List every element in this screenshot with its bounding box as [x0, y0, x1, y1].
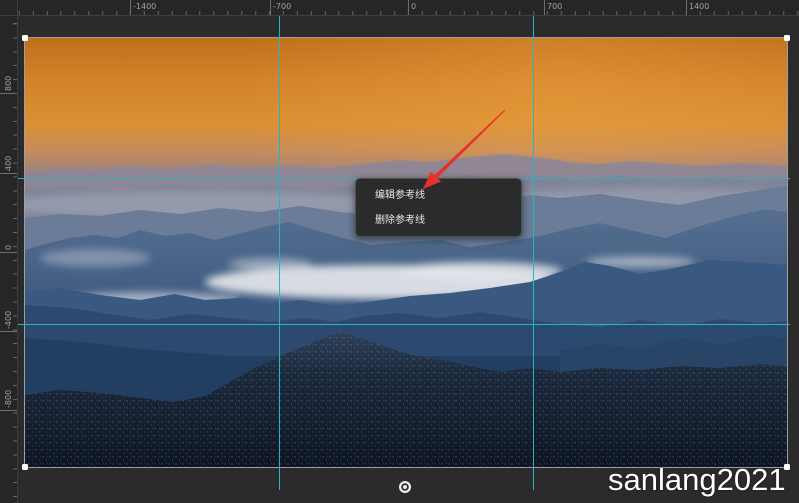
resize-handle-top-left-icon[interactable]	[22, 35, 28, 41]
guide-line-horizontal[interactable]	[18, 324, 790, 325]
ruler-label: -400	[4, 310, 13, 329]
ruler-corner	[0, 0, 18, 16]
horizontal-ruler[interactable]: -1400 -700 0 700 1400	[18, 0, 799, 16]
ruler-major-tick	[0, 410, 17, 411]
resize-handle-bottom-left-icon[interactable]	[22, 464, 28, 470]
ruler-major-tick	[544, 0, 545, 15]
canvas-image[interactable]	[24, 37, 788, 468]
ruler-label: 0	[4, 244, 13, 250]
ruler-label: 1400	[689, 2, 710, 11]
ruler-major-tick	[0, 252, 17, 253]
ruler-major-tick	[408, 0, 409, 15]
rotate-handle-icon[interactable]	[398, 480, 412, 494]
editor-workspace: -1400 -700 0 700 1400 800 400 0 -400 -80…	[0, 0, 799, 503]
resize-handle-top-right-icon[interactable]	[784, 35, 790, 41]
ruler-label: -700	[273, 2, 292, 11]
menu-item-edit-guide[interactable]: 编辑参考线	[356, 183, 521, 208]
ruler-label: 700	[547, 2, 563, 11]
ruler-label: 800	[4, 75, 13, 91]
guide-line-vertical[interactable]	[279, 16, 280, 490]
ruler-label: 400	[4, 155, 13, 171]
ruler-major-tick	[0, 331, 17, 332]
guide-line-vertical[interactable]	[533, 16, 534, 490]
ruler-major-tick	[686, 0, 687, 15]
watermark-text: sanlang2021	[608, 462, 786, 497]
ruler-major-tick	[0, 173, 17, 174]
ruler-major-tick	[130, 0, 131, 15]
landscape-photo	[25, 38, 787, 467]
ruler-major-tick	[270, 0, 271, 15]
ruler-label: -1400	[133, 2, 157, 11]
vertical-ruler[interactable]: 800 400 0 -400 -800	[0, 16, 18, 503]
ruler-label: 0	[411, 2, 417, 11]
menu-item-delete-guide[interactable]: 删除参考线	[356, 208, 521, 233]
guide-context-menu: 编辑参考线 删除参考线	[355, 178, 522, 237]
ruler-major-tick	[0, 93, 17, 94]
ruler-label: -800	[4, 389, 13, 408]
